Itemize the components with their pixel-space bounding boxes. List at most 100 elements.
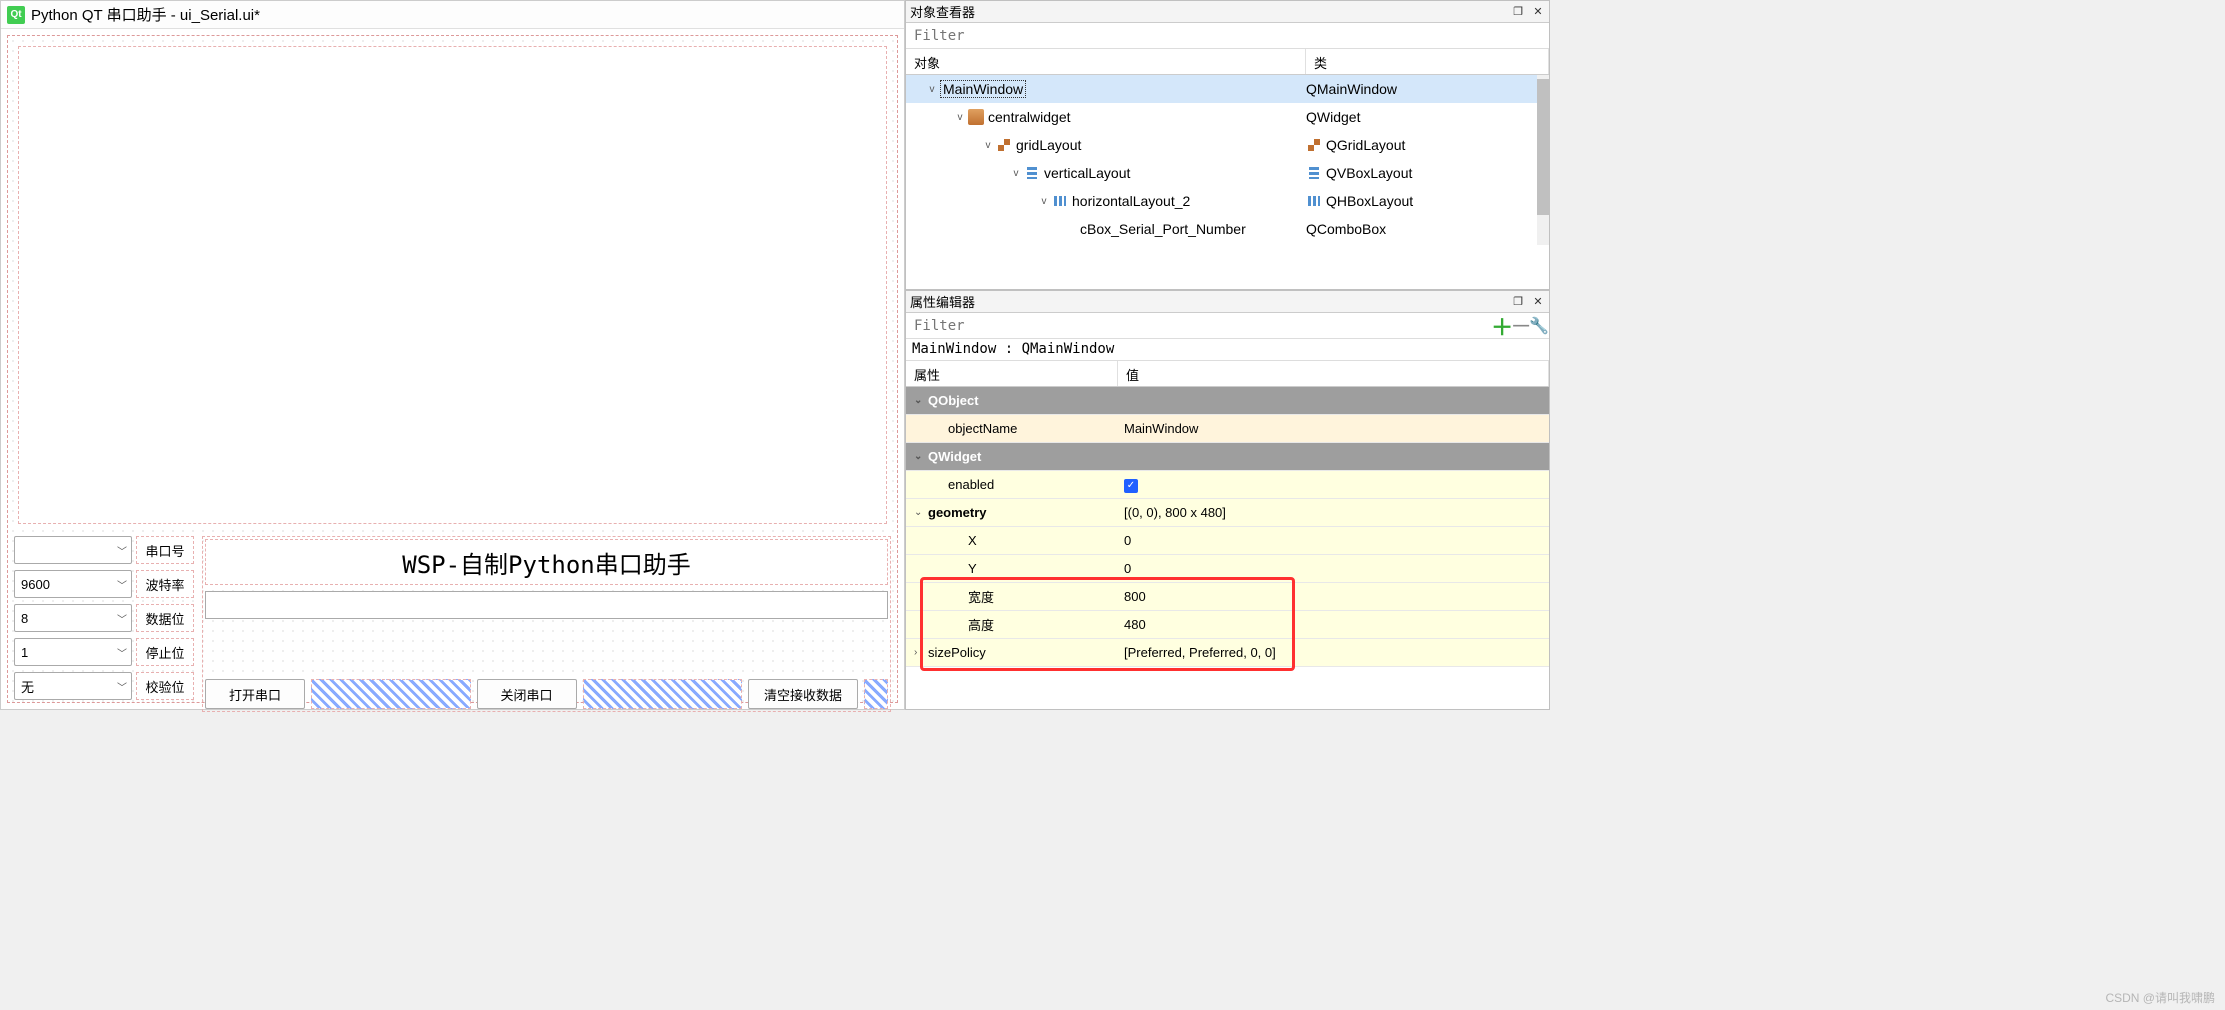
expand-icon[interactable]: v: [980, 140, 996, 151]
object-filter-input[interactable]: [906, 23, 1549, 48]
qt-logo-icon: Qt: [7, 6, 25, 24]
property-name: sizePolicy: [928, 645, 986, 660]
expand-icon[interactable]: ⌄: [914, 507, 928, 518]
class-name: QWidget: [1306, 109, 1360, 125]
property-value[interactable]: [(0, 0), 800 x 480]: [1118, 505, 1549, 520]
tree-row[interactable]: v centralwidget QWidget: [906, 103, 1549, 131]
tree-row[interactable]: vMainWindowQMainWindow: [906, 75, 1549, 103]
label-停止位[interactable]: 停止位: [136, 638, 194, 666]
property-row[interactable]: 高度 480: [906, 611, 1549, 639]
property-name: X: [968, 533, 977, 548]
vlay-icon: [1024, 165, 1040, 181]
tree-row[interactable]: vhorizontalLayout_2QHBoxLayout: [906, 187, 1549, 215]
label-校验位[interactable]: 校验位: [136, 672, 194, 700]
col-header-value[interactable]: 值: [1118, 361, 1549, 386]
clear-recv-button[interactable]: 清空接收数据: [748, 679, 858, 709]
restore-icon[interactable]: ❐: [1511, 295, 1525, 309]
expand-icon[interactable]: ⌄: [914, 451, 928, 462]
tree-row[interactable]: label_Serial_Port_NumberQLabel: [906, 243, 1549, 245]
tools-icon[interactable]: 🔧: [1529, 316, 1549, 336]
property-value[interactable]: ✓: [1118, 476, 1549, 493]
property-name: Y: [968, 561, 977, 576]
app-title-label[interactable]: WSP-自制Python串口助手: [205, 539, 888, 585]
property-name: objectName: [948, 421, 1017, 436]
spacer-icon: [864, 679, 888, 709]
property-row[interactable]: X0: [906, 527, 1549, 555]
combo-停止位[interactable]: 1﹀: [14, 638, 132, 666]
object-name: horizontalLayout_2: [1072, 193, 1190, 209]
label-波特率[interactable]: 波特率: [136, 570, 194, 598]
expand-icon[interactable]: ›: [914, 647, 928, 658]
combo-波特率[interactable]: 9600﹀: [14, 570, 132, 598]
grid-icon: [1306, 137, 1322, 153]
label-数据位[interactable]: 数据位: [136, 604, 194, 632]
property-row[interactable]: ›sizePolicy [Preferred, Preferred, 0, 0]: [906, 639, 1549, 667]
expand-icon[interactable]: v: [924, 84, 940, 95]
chevron-down-icon: ﹀: [117, 611, 127, 626]
expand-icon[interactable]: v: [1036, 196, 1052, 207]
class-name: QGridLayout: [1326, 137, 1405, 153]
scrollbar[interactable]: [1537, 75, 1549, 245]
property-row[interactable]: ⌄geometry [(0, 0), 800 x 480]: [906, 499, 1549, 527]
design-canvas[interactable]: ﹀ 串口号9600﹀波特率8﹀数据位1﹀停止位无﹀校验位 WSP-自制Python…: [1, 29, 904, 709]
watermark: CSDN @请叫我啸鹏: [2105, 989, 2215, 1006]
col-header-class[interactable]: 类: [1306, 49, 1549, 74]
property-row[interactable]: ⌄QObject: [906, 387, 1549, 415]
close-port-button[interactable]: 关闭串口: [477, 679, 577, 709]
checkbox-checked-icon[interactable]: ✓: [1124, 479, 1138, 493]
object-name: cBox_Serial_Port_Number: [1080, 221, 1246, 237]
property-row[interactable]: Y0: [906, 555, 1549, 583]
property-name: 高度: [968, 615, 994, 634]
open-port-button[interactable]: 打开串口: [205, 679, 305, 709]
add-property-icon[interactable]: ＋: [1491, 310, 1513, 342]
expand-icon[interactable]: v: [1008, 168, 1024, 179]
vlay-icon: [1306, 165, 1322, 181]
restore-icon[interactable]: ❐: [1511, 5, 1525, 19]
form-mainwindow[interactable]: ﹀ 串口号9600﹀波特率8﹀数据位1﹀停止位无﹀校验位 WSP-自制Python…: [7, 35, 898, 703]
property-value[interactable]: [Preferred, Preferred, 0, 0]: [1118, 645, 1549, 660]
property-row[interactable]: enabled✓: [906, 471, 1549, 499]
object-name: MainWindow: [940, 81, 1026, 97]
property-value[interactable]: 0: [1118, 533, 1549, 548]
tree-row[interactable]: v verticalLayout QVBoxLayout: [906, 159, 1549, 187]
hlay-icon: [1306, 193, 1322, 209]
property-name: geometry: [928, 505, 987, 520]
object-name: verticalLayout: [1044, 165, 1130, 181]
grid-icon: [996, 137, 1012, 153]
property-row[interactable]: ⌄QWidget: [906, 443, 1549, 471]
expand-icon[interactable]: ⌄: [914, 395, 928, 406]
col-header-object[interactable]: 对象: [906, 49, 1306, 74]
receive-textedit[interactable]: [18, 46, 887, 524]
property-value[interactable]: 480: [1118, 617, 1549, 632]
property-name: 宽度: [968, 587, 994, 606]
combo-数据位[interactable]: 8﹀: [14, 604, 132, 632]
chevron-down-icon: ﹀: [117, 543, 127, 558]
object-name: gridLayout: [1016, 137, 1081, 153]
label-串口号[interactable]: 串口号: [136, 536, 194, 564]
object-name: centralwidget: [988, 109, 1071, 125]
class-name: QVBoxLayout: [1326, 165, 1412, 181]
col-header-property[interactable]: 属性: [906, 361, 1118, 386]
remove-property-icon[interactable]: —: [1513, 317, 1529, 335]
class-name: QComboBox: [1306, 221, 1386, 237]
property-value[interactable]: MainWindow: [1118, 421, 1549, 436]
property-row[interactable]: objectName MainWindow: [906, 415, 1549, 443]
combo-串口号[interactable]: ﹀: [14, 536, 132, 564]
property-editor-title: 属性编辑器: [910, 292, 975, 311]
property-value[interactable]: 800: [1118, 589, 1549, 604]
combo-校验位[interactable]: 无﹀: [14, 672, 132, 700]
chevron-down-icon: ﹀: [117, 577, 127, 592]
chevron-down-icon: ﹀: [117, 645, 127, 660]
tree-row[interactable]: cBox_Serial_Port_Number QComboBox: [906, 215, 1549, 243]
property-filter-input[interactable]: [906, 313, 1491, 338]
tree-row[interactable]: v gridLayout QGridLayout: [906, 131, 1549, 159]
property-row[interactable]: 宽度 800: [906, 583, 1549, 611]
close-icon[interactable]: ✕: [1531, 5, 1545, 19]
property-value[interactable]: 0: [1118, 561, 1549, 576]
object-inspector-panel: 对象查看器 ❐ ✕ 对象 类 vMainWindowQMainWindowvce…: [905, 0, 1550, 290]
send-lineedit[interactable]: [205, 591, 888, 619]
spacer-icon: [311, 679, 471, 709]
close-icon[interactable]: ✕: [1531, 295, 1545, 309]
expand-icon[interactable]: v: [952, 112, 968, 123]
widget-icon: [968, 109, 984, 125]
